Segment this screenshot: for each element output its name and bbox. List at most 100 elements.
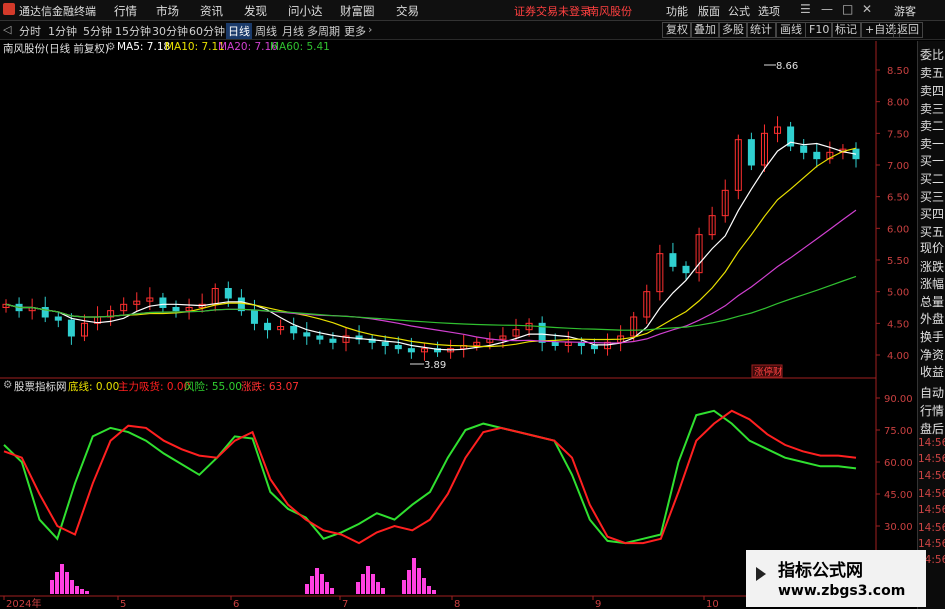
quote-field-label[interactable]: 行情 bbox=[920, 402, 944, 419]
accumulation-bar bbox=[407, 570, 411, 594]
quote-field-label[interactable]: 盘后 bbox=[920, 420, 944, 437]
tick-time-label: 14:56 bbox=[918, 504, 945, 516]
quote-field-label[interactable]: 卖二 bbox=[920, 117, 944, 134]
quote-field-label[interactable]: 买二 bbox=[920, 170, 944, 187]
accumulation-bar bbox=[330, 588, 334, 594]
accumulation-bar bbox=[412, 558, 416, 594]
quote-field-label[interactable]: 涨跌 bbox=[920, 258, 944, 275]
indicator-tick-label: 90.00 bbox=[884, 394, 913, 405]
change-line bbox=[3, 409, 857, 545]
candle-body bbox=[800, 145, 808, 153]
price-tick-label: 6.50 bbox=[887, 193, 909, 204]
accumulation-bar bbox=[305, 584, 309, 594]
low-price-label: 3.89 bbox=[424, 360, 446, 371]
quote-field-label[interactable]: 外盘 bbox=[920, 310, 944, 327]
accumulation-bar bbox=[422, 578, 426, 594]
price-tick-label: 7.50 bbox=[887, 129, 909, 140]
candle-body bbox=[407, 348, 415, 353]
accumulation-bar bbox=[371, 574, 375, 594]
watermark: 指标公式网 www.zbgs3.com bbox=[746, 550, 926, 607]
accumulation-bar bbox=[315, 568, 319, 594]
candle-body bbox=[747, 139, 755, 166]
price-tick-label: 8.50 bbox=[887, 66, 909, 77]
candle-body bbox=[159, 297, 167, 308]
quote-field-label[interactable]: 卖五 bbox=[920, 64, 944, 81]
x-tick-label: 7 bbox=[342, 599, 348, 609]
quote-field-label[interactable]: 涨幅 bbox=[920, 275, 944, 292]
candle-body bbox=[682, 265, 690, 274]
price-tick-label: 7.00 bbox=[887, 161, 909, 172]
accumulation-bar bbox=[80, 589, 84, 594]
x-tick-label: 9 bbox=[595, 599, 601, 609]
accumulation-bar bbox=[60, 564, 64, 594]
x-tick-label: 2024年 bbox=[6, 597, 41, 609]
accumulation-bar bbox=[65, 572, 69, 594]
tick-time-label: 14:56 bbox=[918, 522, 945, 534]
accumulation-bar bbox=[376, 582, 380, 594]
candle-body bbox=[303, 332, 311, 337]
quote-field-label[interactable]: 现价 bbox=[920, 239, 944, 256]
high-price-label: 8.66 bbox=[776, 61, 798, 72]
candle-body bbox=[590, 345, 598, 350]
candle-body bbox=[224, 288, 232, 299]
x-tick-label: 8 bbox=[454, 599, 460, 609]
price-tick-label: 8.00 bbox=[887, 98, 909, 109]
candle-body bbox=[394, 345, 402, 350]
accumulation-bar bbox=[320, 574, 324, 594]
accumulation-bar bbox=[361, 574, 365, 594]
tick-time-label: 14:56 bbox=[918, 453, 945, 465]
quote-field-label[interactable]: 卖三 bbox=[920, 100, 944, 117]
watermark-url: www.zbgs3.com bbox=[778, 583, 906, 599]
chart-canvas[interactable]: 8.50 8.00 7.50 7.00 6.50 6.00 5.50 5.00 4.50 4.00… bbox=[0, 0, 917, 609]
accumulation-bar bbox=[432, 590, 436, 594]
quote-field-label[interactable]: 委比 bbox=[920, 46, 944, 63]
quote-field-label[interactable]: 总量 bbox=[920, 293, 944, 310]
quote-field-label[interactable]: 买一 bbox=[920, 152, 944, 169]
tick-time-label: 14:56 bbox=[918, 488, 945, 500]
tick-time-label: 14:56 bbox=[918, 470, 945, 482]
quote-field-label[interactable]: 买四 bbox=[920, 205, 944, 222]
accumulation-bar bbox=[310, 576, 314, 594]
accumulation-bar bbox=[381, 588, 385, 594]
accumulation-bar bbox=[75, 586, 79, 594]
quote-field-label[interactable]: 净资 bbox=[920, 346, 944, 363]
candle-body bbox=[172, 307, 180, 312]
price-tick-label: 5.00 bbox=[887, 288, 909, 299]
risk-line bbox=[3, 409, 857, 545]
ma10-line bbox=[5, 147, 857, 348]
accumulation-bar bbox=[366, 566, 370, 594]
accumulation-bar bbox=[55, 572, 59, 594]
quote-field-label[interactable]: 买五 bbox=[920, 223, 944, 240]
candle-body bbox=[67, 319, 75, 337]
candle-body bbox=[813, 151, 821, 160]
play-icon bbox=[756, 567, 766, 581]
event-tag-label: 涨停财 bbox=[754, 366, 783, 378]
candle-body bbox=[669, 253, 677, 267]
quote-field-label[interactable]: 买三 bbox=[920, 188, 944, 205]
quote-field-label[interactable]: 卖四 bbox=[920, 82, 944, 99]
candle-body bbox=[329, 338, 337, 343]
candle-body bbox=[381, 341, 389, 347]
price-tick-label: 5.50 bbox=[887, 256, 909, 267]
candle-body bbox=[54, 316, 62, 321]
accumulation-bar bbox=[427, 586, 431, 594]
candle-body bbox=[290, 326, 298, 334]
price-tick-label: 6.00 bbox=[887, 224, 909, 235]
x-tick-label: 6 bbox=[233, 599, 239, 609]
price-tick-label: 4.00 bbox=[887, 351, 909, 362]
indicator-tick-label: 60.00 bbox=[884, 458, 913, 469]
accumulation-bar bbox=[402, 580, 406, 594]
indicator-tick-label: 45.00 bbox=[884, 490, 913, 501]
x-tick-label: 10 bbox=[706, 599, 719, 609]
indicator-tick-label: 75.00 bbox=[884, 426, 913, 437]
quote-field-label[interactable]: 换手 bbox=[920, 328, 944, 345]
quote-field-label[interactable]: 收益 bbox=[920, 363, 944, 380]
tick-time-label: 14:56 bbox=[918, 538, 945, 550]
accumulation-bar bbox=[417, 568, 421, 594]
watermark-title: 指标公式网 bbox=[778, 561, 863, 581]
accumulation-bar bbox=[325, 582, 329, 594]
quote-field-label[interactable]: 自动 bbox=[920, 384, 944, 401]
indicator-tick-label: 30.00 bbox=[884, 522, 913, 533]
quote-field-label[interactable]: 卖一 bbox=[920, 135, 944, 152]
candle-body bbox=[250, 310, 258, 324]
